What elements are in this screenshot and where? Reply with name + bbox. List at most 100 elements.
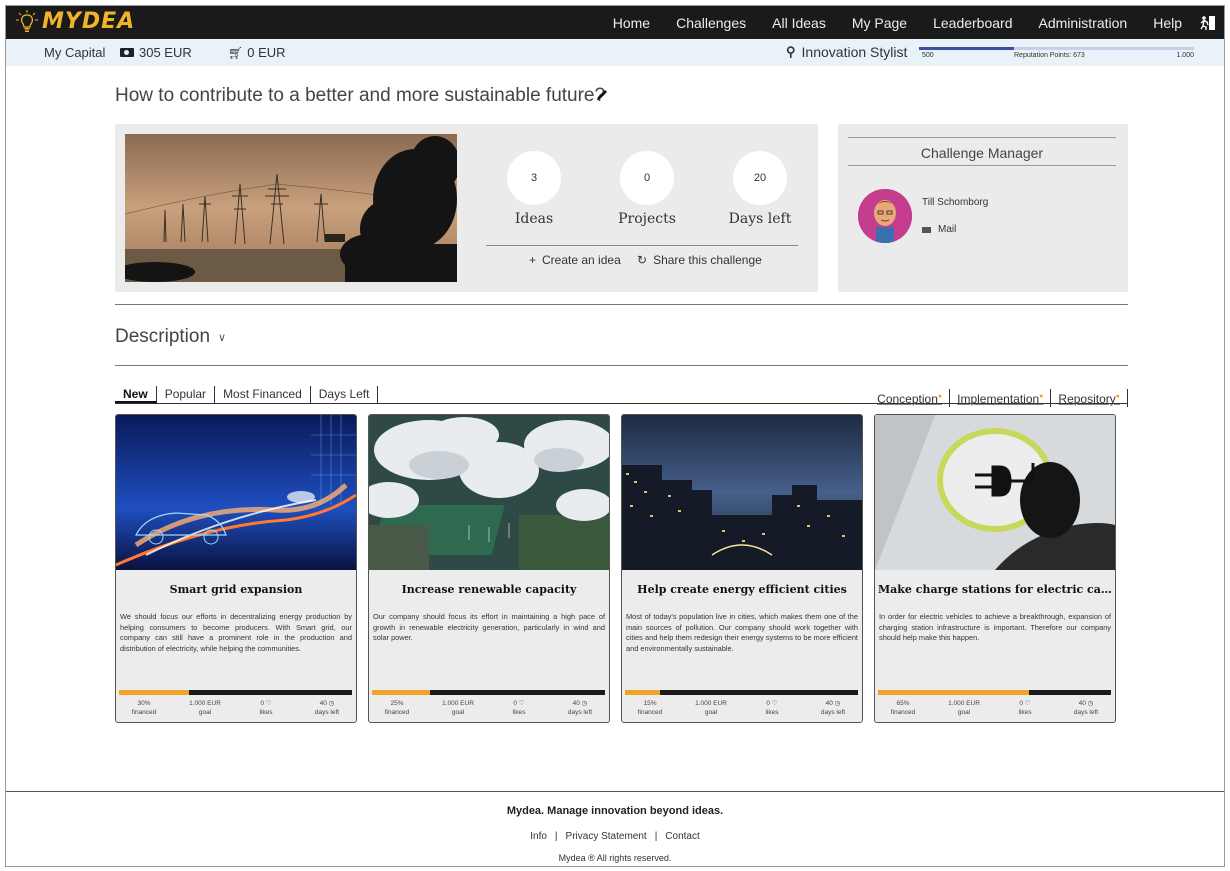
- days-label: days left: [820, 709, 846, 717]
- stat-projects-value: 0: [620, 151, 674, 205]
- share-icon: ↻: [637, 253, 648, 267]
- plus-icon: +: [529, 253, 537, 267]
- description-toggle[interactable]: Description ∨: [115, 326, 226, 348]
- financed-value: 25%: [390, 700, 404, 707]
- mail-icon: [922, 226, 931, 233]
- challenge-panel: 3 Ideas 0 Projects 20 Days left + Create…: [115, 124, 818, 292]
- tab-new[interactable]: New: [115, 386, 157, 403]
- chevron-down-icon: ∨: [218, 331, 227, 344]
- divider: [848, 137, 1116, 138]
- avatar[interactable]: [858, 189, 912, 243]
- stat-ideas-value: 3: [507, 151, 561, 205]
- financed-value: 30%: [137, 700, 151, 707]
- share-challenge-label: Share this challenge: [653, 253, 762, 267]
- stat-likes[interactable]: 0 ♡ likes: [241, 699, 291, 717]
- idea-stats: 65% financed 1.000 EUR goal 0 ♡ likes 40 ◷ d…: [878, 699, 1111, 717]
- stat-days-left: 40 ◷ days left: [1061, 699, 1111, 717]
- likes-label: likes: [765, 709, 779, 717]
- logo[interactable]: MYDEA: [16, 9, 135, 34]
- footer-link-info[interactable]: Info: [530, 831, 547, 842]
- nav-administration[interactable]: Administration: [1039, 15, 1128, 31]
- nav-leaderboard[interactable]: Leaderboard: [933, 15, 1012, 31]
- section-divider: [115, 365, 1128, 366]
- capital-label: My Capital: [44, 45, 106, 60]
- manager-mail-link[interactable]: Mail: [922, 224, 956, 235]
- stat-days-left: 40 ◷ days left: [808, 699, 858, 717]
- footer-copyright: Mydea ® All rights reserved.: [558, 853, 672, 863]
- tab-days-left[interactable]: Days Left: [311, 386, 379, 403]
- stat-financed: 25% financed: [372, 699, 422, 717]
- likes-label: likes: [259, 709, 273, 717]
- phase-implementation[interactable]: Implementation●: [950, 389, 1052, 407]
- phase-repository[interactable]: Repository●: [1051, 389, 1128, 407]
- idea-description: Our company should focus its effort in m…: [373, 612, 605, 643]
- footer-links: Info | Privacy Statement | Contact: [6, 831, 1224, 842]
- charging-station-image: [875, 415, 1115, 570]
- phase-conception[interactable]: Conception●: [870, 389, 951, 407]
- stat-financed: 30% financed: [119, 699, 169, 717]
- stat-financed: 65% financed: [878, 699, 928, 717]
- edit-icon[interactable]: [595, 88, 609, 102]
- reputation-progress: 500 Reputation Points: 673 1.000: [919, 47, 1194, 65]
- financed-value: 65%: [896, 700, 910, 707]
- challenge-manager-panel: Challenge Manager Till Schomborg Mail: [838, 124, 1128, 292]
- nav-help[interactable]: Help: [1153, 15, 1182, 31]
- panel-divider: [486, 245, 798, 246]
- divider: [848, 165, 1116, 166]
- stat-ideas: 3 Ideas: [494, 151, 574, 227]
- footer-divider: [6, 791, 1224, 792]
- idea-title[interactable]: Help create energy efficient cities: [622, 583, 862, 596]
- funding-progress: [878, 690, 1111, 695]
- idea-title[interactable]: Make charge stations for electric cars w…: [875, 583, 1115, 596]
- funding-progress-fill: [625, 690, 660, 695]
- power-lines-image: [125, 134, 457, 282]
- top-navigation: MYDEA Home Challenges All Ideas My Page …: [6, 6, 1224, 39]
- separator: |: [554, 831, 558, 842]
- stat-likes[interactable]: 0 ♡ likes: [747, 699, 797, 717]
- status-bar: My Capital 305 EUR 🛒︎ 0 EUR ⚲ Innovation…: [6, 39, 1224, 66]
- goal-label: goal: [957, 709, 971, 717]
- idea-card[interactable]: Help create energy efficient cities Most…: [621, 414, 863, 723]
- nav-challenges[interactable]: Challenges: [676, 15, 746, 31]
- create-idea-button[interactable]: + Create an idea: [529, 253, 621, 267]
- idea-card[interactable]: Increase renewable capacity Our company …: [368, 414, 610, 723]
- app-window: MYDEA Home Challenges All Ideas My Page …: [5, 5, 1225, 867]
- goal-value: 1.000 EUR: [948, 700, 980, 707]
- tab-popular[interactable]: Popular: [157, 386, 216, 403]
- nav-my-page[interactable]: My Page: [852, 15, 907, 31]
- nav-all-ideas[interactable]: All Ideas: [772, 15, 826, 31]
- stat-days-left: 20 Days left: [720, 151, 800, 227]
- stat-days-value: 20: [733, 151, 787, 205]
- goal-value: 1.000 EUR: [442, 700, 474, 707]
- capital-cart[interactable]: 🛒︎ 0 EUR: [228, 45, 286, 60]
- idea-stats: 30% financed 1.000 EUR goal 0 ♡ likes 40 ◷ d…: [119, 699, 352, 717]
- reputation-min: 500: [922, 52, 934, 59]
- smart-grid-image: [116, 415, 356, 570]
- footer-link-contact[interactable]: Contact: [665, 831, 699, 842]
- manager-name[interactable]: Till Schomborg: [922, 197, 988, 208]
- goal-label: goal: [451, 709, 465, 717]
- stat-days-left: 40 ◷ days left: [555, 699, 605, 717]
- idea-title[interactable]: Smart grid expansion: [116, 583, 356, 596]
- footer-link-privacy[interactable]: Privacy Statement: [566, 831, 647, 842]
- idea-description: In order for electric vehicles to achiev…: [879, 612, 1111, 643]
- funding-progress: [372, 690, 605, 695]
- idea-image: [369, 415, 609, 570]
- funding-progress-fill: [119, 690, 189, 695]
- idea-title[interactable]: Increase renewable capacity: [369, 583, 609, 596]
- share-challenge-button[interactable]: ↻ Share this challenge: [637, 253, 762, 267]
- funding-progress-fill: [372, 690, 431, 695]
- likes-value: 0 ♡: [513, 700, 525, 707]
- renewable-image: [369, 415, 609, 570]
- stat-likes[interactable]: 0 ♡ likes: [494, 699, 544, 717]
- idea-card[interactable]: Smart grid expansion We should focus our…: [115, 414, 357, 723]
- nav-home[interactable]: Home: [613, 15, 650, 31]
- likes-label: likes: [1018, 709, 1032, 717]
- stat-likes[interactable]: 0 ♡ likes: [1000, 699, 1050, 717]
- logout-icon[interactable]: [1200, 15, 1216, 31]
- idea-card[interactable]: Make charge stations for electric cars w…: [874, 414, 1116, 723]
- tab-most-financed[interactable]: Most Financed: [215, 386, 311, 403]
- cart-icon: 🛒︎: [228, 45, 244, 60]
- capital-cart-value: 0 EUR: [247, 45, 286, 60]
- stat-goal: 1.000 EUR goal: [433, 699, 483, 717]
